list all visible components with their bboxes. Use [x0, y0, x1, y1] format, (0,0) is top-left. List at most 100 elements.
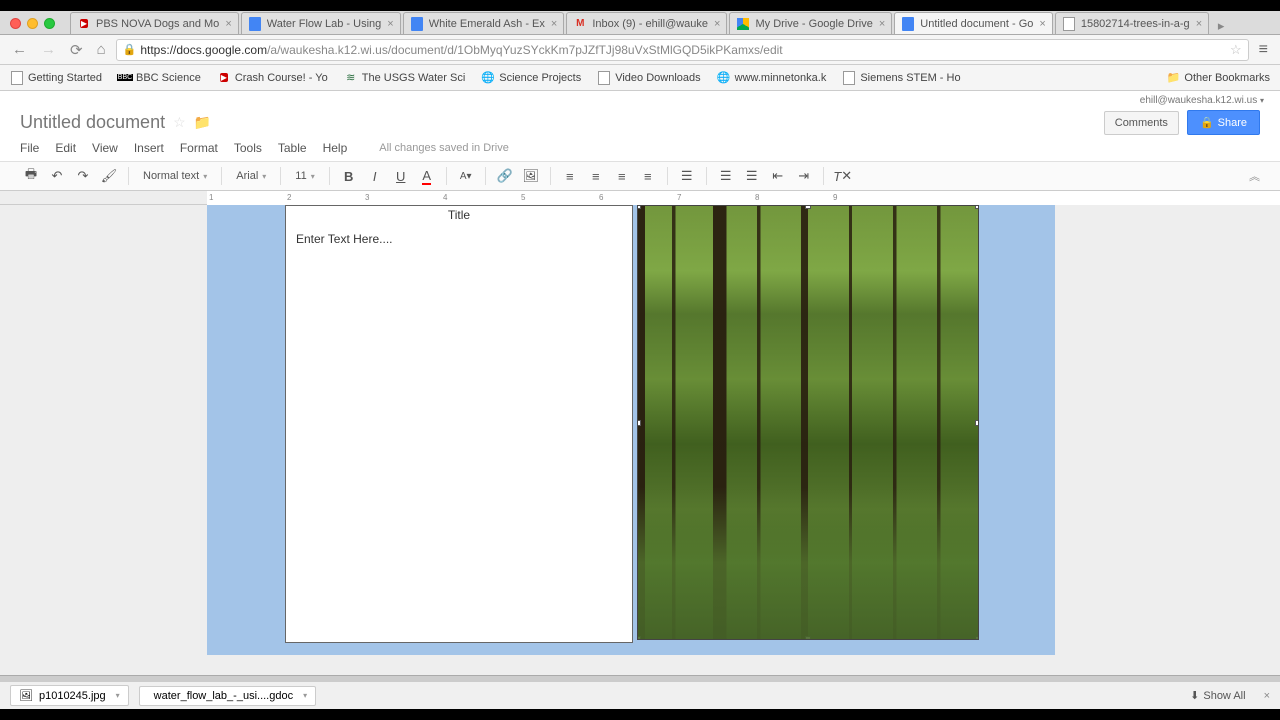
- menu-format[interactable]: Format: [180, 141, 218, 155]
- mac-zoom[interactable]: [44, 18, 55, 29]
- italic-button[interactable]: I: [364, 165, 386, 187]
- download-item[interactable]: water_flow_lab_-_usi....gdoc▾: [139, 686, 316, 706]
- download-item[interactable]: 🖼p1010245.jpg▾: [10, 685, 129, 706]
- align-justify-button[interactable]: ≡: [637, 165, 659, 187]
- bookmark-item[interactable]: Getting Started: [10, 71, 102, 85]
- home-button[interactable]: ⌂: [93, 39, 110, 60]
- resize-handle-nw[interactable]: [637, 205, 641, 209]
- bookmark-item[interactable]: 🌐Science Projects: [481, 71, 581, 85]
- gdoc-icon: [901, 17, 915, 31]
- bold-button[interactable]: B: [338, 165, 360, 187]
- bookmark-item[interactable]: Siemens STEM - Ho: [842, 71, 960, 85]
- align-center-button[interactable]: ≡: [585, 165, 607, 187]
- chrome-menu-icon[interactable]: ≡: [1255, 41, 1272, 59]
- paint-format-button[interactable]: 🖌: [98, 165, 120, 187]
- browser-tab[interactable]: 15802714-trees-in-a-g×: [1055, 12, 1209, 34]
- chevron-down-icon[interactable]: ▾: [303, 691, 307, 700]
- line-spacing-button[interactable]: ☰: [676, 165, 698, 187]
- text-color-button[interactable]: A: [416, 165, 438, 187]
- browser-tab[interactable]: MInbox (9) - ehill@wauke×: [566, 12, 727, 34]
- menu-tools[interactable]: Tools: [234, 141, 262, 155]
- undo-button[interactable]: ↶: [46, 165, 68, 187]
- cell-body[interactable]: Enter Text Here....: [286, 224, 632, 254]
- forward-button[interactable]: →: [37, 39, 60, 60]
- ruler[interactable]: 123456789: [0, 191, 1280, 205]
- show-all-downloads[interactable]: ⬇Show All: [1190, 689, 1245, 702]
- close-icon[interactable]: ×: [1196, 18, 1202, 30]
- other-bookmarks[interactable]: 📁Other Bookmarks: [1167, 71, 1270, 84]
- bookmark-label: The USGS Water Sci: [362, 72, 466, 84]
- close-download-bar[interactable]: ×: [1264, 690, 1270, 702]
- table-cell-left[interactable]: Title Enter Text Here....: [285, 205, 633, 643]
- numbered-list-button[interactable]: ☰: [715, 165, 737, 187]
- user-menu-caret-icon[interactable]: ▾: [1260, 96, 1264, 105]
- menu-file[interactable]: File: [20, 141, 39, 155]
- menu-insert[interactable]: Insert: [134, 141, 164, 155]
- indent-increase-button[interactable]: ⇥: [793, 165, 815, 187]
- close-icon[interactable]: ×: [225, 18, 231, 30]
- close-icon[interactable]: ×: [879, 18, 885, 30]
- resize-handle-se[interactable]: [975, 636, 979, 640]
- resize-handle-ne[interactable]: [975, 205, 979, 209]
- bookmark-item[interactable]: BBCBBC Science: [118, 71, 201, 85]
- share-button[interactable]: 🔒Share: [1187, 110, 1260, 135]
- chevron-down-icon[interactable]: ▾: [116, 691, 120, 700]
- close-icon[interactable]: ×: [387, 18, 393, 30]
- browser-tab[interactable]: ▶PBS NOVA Dogs and Mo×: [70, 12, 239, 34]
- bookmark-star-icon[interactable]: ☆: [1230, 42, 1242, 58]
- image-button[interactable]: 🖼: [520, 165, 542, 187]
- menu-help[interactable]: Help: [323, 141, 348, 155]
- bookmark-item[interactable]: Video Downloads: [597, 71, 700, 85]
- highlight-button[interactable]: A▾: [455, 165, 477, 187]
- close-icon[interactable]: ×: [1039, 18, 1045, 30]
- mac-close[interactable]: [10, 18, 21, 29]
- ruler-tick: 5: [521, 193, 525, 202]
- inserted-image-forest[interactable]: [637, 205, 979, 640]
- align-right-button[interactable]: ≡: [611, 165, 633, 187]
- close-icon[interactable]: ×: [551, 18, 557, 30]
- align-left-button[interactable]: ≡: [559, 165, 581, 187]
- print-button[interactable]: 🖶: [20, 165, 42, 187]
- user-email[interactable]: ehill@waukesha.k12.wi.us: [1140, 95, 1257, 106]
- paragraph-style-select[interactable]: Normal text▾: [137, 165, 213, 187]
- gmail-icon: M: [573, 17, 587, 31]
- menu-edit[interactable]: Edit: [55, 141, 76, 155]
- menu-view[interactable]: View: [92, 141, 118, 155]
- comments-button[interactable]: Comments: [1104, 111, 1179, 135]
- close-icon[interactable]: ×: [714, 18, 720, 30]
- link-button[interactable]: 🔗: [494, 165, 516, 187]
- indent-decrease-button[interactable]: ⇤: [767, 165, 789, 187]
- clear-formatting-button[interactable]: T✕: [832, 165, 854, 187]
- bookmark-item[interactable]: ≋The USGS Water Sci: [344, 71, 466, 85]
- redo-button[interactable]: ↷: [72, 165, 94, 187]
- resize-handle-sw[interactable]: [637, 636, 641, 640]
- bullet-list-button[interactable]: ☰: [741, 165, 763, 187]
- menu-table[interactable]: Table: [278, 141, 307, 155]
- font-select[interactable]: Arial▾: [230, 165, 272, 187]
- document-canvas[interactable]: Title Enter Text Here....: [0, 205, 1280, 675]
- reload-button[interactable]: ⟳: [66, 39, 87, 61]
- star-document-icon[interactable]: ☆: [173, 114, 186, 131]
- browser-tab[interactable]: Water Flow Lab - Using×: [241, 12, 401, 34]
- browser-tab[interactable]: Untitled document - Go×: [894, 12, 1053, 34]
- mac-minimize[interactable]: [27, 18, 38, 29]
- browser-tab[interactable]: My Drive - Google Drive×: [729, 12, 892, 34]
- move-folder-icon[interactable]: 📁: [194, 114, 211, 131]
- resize-handle-w[interactable]: [637, 420, 641, 426]
- cell-title[interactable]: Title: [286, 206, 632, 224]
- resize-handle-s[interactable]: [805, 636, 811, 640]
- document-title[interactable]: Untitled document: [20, 112, 165, 133]
- browser-tab[interactable]: White Emerald Ash - Ex×: [403, 12, 565, 34]
- underline-button[interactable]: U: [390, 165, 412, 187]
- back-button[interactable]: ←: [8, 39, 31, 60]
- bookmark-label: www.minnetonka.k: [735, 72, 827, 84]
- bookmark-item[interactable]: 🌐www.minnetonka.k: [717, 71, 827, 85]
- toolbar: 🖶 ↶ ↷ 🖌 Normal text▾ Arial▾ 11▾ B I U A …: [0, 161, 1280, 191]
- resize-handle-n[interactable]: [805, 205, 811, 209]
- collapse-toolbar-icon[interactable]: ︽: [1249, 168, 1260, 184]
- resize-handle-e[interactable]: [975, 420, 979, 426]
- font-size-select[interactable]: 11▾: [289, 165, 320, 187]
- new-tab-button[interactable]: ▸: [1211, 18, 1231, 34]
- url-bar[interactable]: 🔒 https://docs.google.com/a/waukesha.k12…: [116, 39, 1249, 61]
- bookmark-item[interactable]: ▶Crash Course! - Yo: [217, 71, 328, 85]
